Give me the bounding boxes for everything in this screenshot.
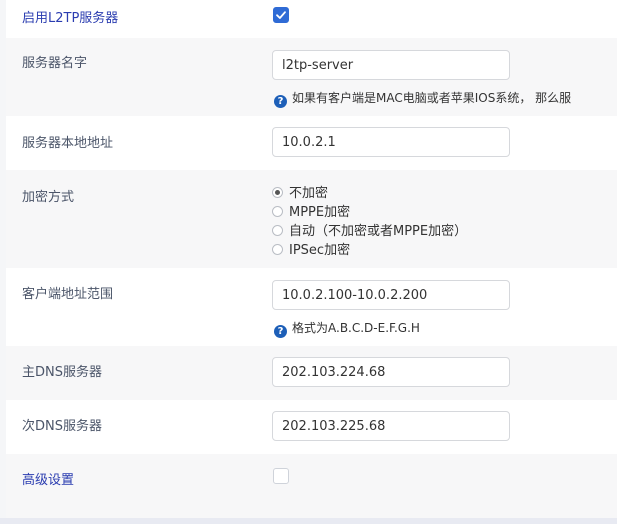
question-icon: ? <box>274 95 287 108</box>
client-range-hint: ? 格式为A.B.C.D-E.F.G.H <box>274 319 420 338</box>
server-name-label: 服务器名字 <box>22 56 88 71</box>
l2tp-settings-form: 启用L2TP服务器 服务器名字 ? 如果有客户端是MAC电脑或者苹果IOS系统， … <box>0 0 617 524</box>
encryption-option-auto[interactable]: 自动（不加密或者MPPE加密） <box>272 220 467 239</box>
row-enable-l2tp: 启用L2TP服务器 <box>6 0 617 38</box>
encryption-option-mppe[interactable]: MPPE加密 <box>272 201 350 220</box>
row-advanced: 高级设置 <box>6 454 617 518</box>
encryption-option-mppe-label: MPPE加密 <box>289 205 351 220</box>
bottom-border <box>0 518 617 524</box>
advanced-label: 高级设置 <box>22 473 75 488</box>
encryption-option-none-label: 不加密 <box>289 186 329 201</box>
question-icon: ? <box>274 325 287 338</box>
encryption-label: 加密方式 <box>22 190 75 205</box>
enable-l2tp-label: 启用L2TP服务器 <box>22 11 119 26</box>
row-primary-dns: 主DNS服务器 <box>6 346 617 400</box>
encryption-option-ipsec[interactable]: IPSec加密 <box>272 239 350 258</box>
primary-dns-input[interactable] <box>272 357 510 387</box>
encryption-option-ipsec-label: IPSec加密 <box>289 243 351 258</box>
client-range-label: 客户端地址范围 <box>22 287 114 302</box>
server-name-hint-text: 如果有客户端是MAC电脑或者苹果IOS系统， 那么服 <box>292 91 572 105</box>
enable-l2tp-checkbox[interactable] <box>273 7 289 23</box>
radio-auto[interactable] <box>272 225 283 236</box>
encryption-option-auto-label: 自动（不加密或者MPPE加密） <box>289 224 468 239</box>
client-range-hint-text: 格式为A.B.C.D-E.F.G.H <box>292 321 420 335</box>
radio-ipsec[interactable] <box>272 244 283 255</box>
server-name-input[interactable] <box>272 50 510 80</box>
radio-none[interactable] <box>272 187 283 198</box>
primary-dns-label: 主DNS服务器 <box>22 365 102 380</box>
client-range-input[interactable] <box>272 280 510 310</box>
row-secondary-dns: 次DNS服务器 <box>6 400 617 454</box>
advanced-checkbox[interactable] <box>273 468 289 484</box>
check-icon <box>276 11 286 19</box>
row-local-address: 服务器本地地址 <box>6 116 617 170</box>
radio-mppe[interactable] <box>272 206 283 217</box>
local-address-input[interactable] <box>272 127 510 157</box>
server-name-hint: ? 如果有客户端是MAC电脑或者苹果IOS系统， 那么服 <box>274 89 571 108</box>
row-server-name: 服务器名字 ? 如果有客户端是MAC电脑或者苹果IOS系统， 那么服 <box>6 38 617 116</box>
secondary-dns-input[interactable] <box>272 411 510 441</box>
row-encryption: 加密方式 不加密 MPPE加密 自动（不加密或者MPPE加密） IPSec加密 <box>6 170 617 268</box>
row-client-range: 客户端地址范围 ? 格式为A.B.C.D-E.F.G.H <box>6 268 617 346</box>
encryption-option-none[interactable]: 不加密 <box>272 182 328 201</box>
local-address-label: 服务器本地地址 <box>22 136 114 151</box>
secondary-dns-label: 次DNS服务器 <box>22 419 102 434</box>
